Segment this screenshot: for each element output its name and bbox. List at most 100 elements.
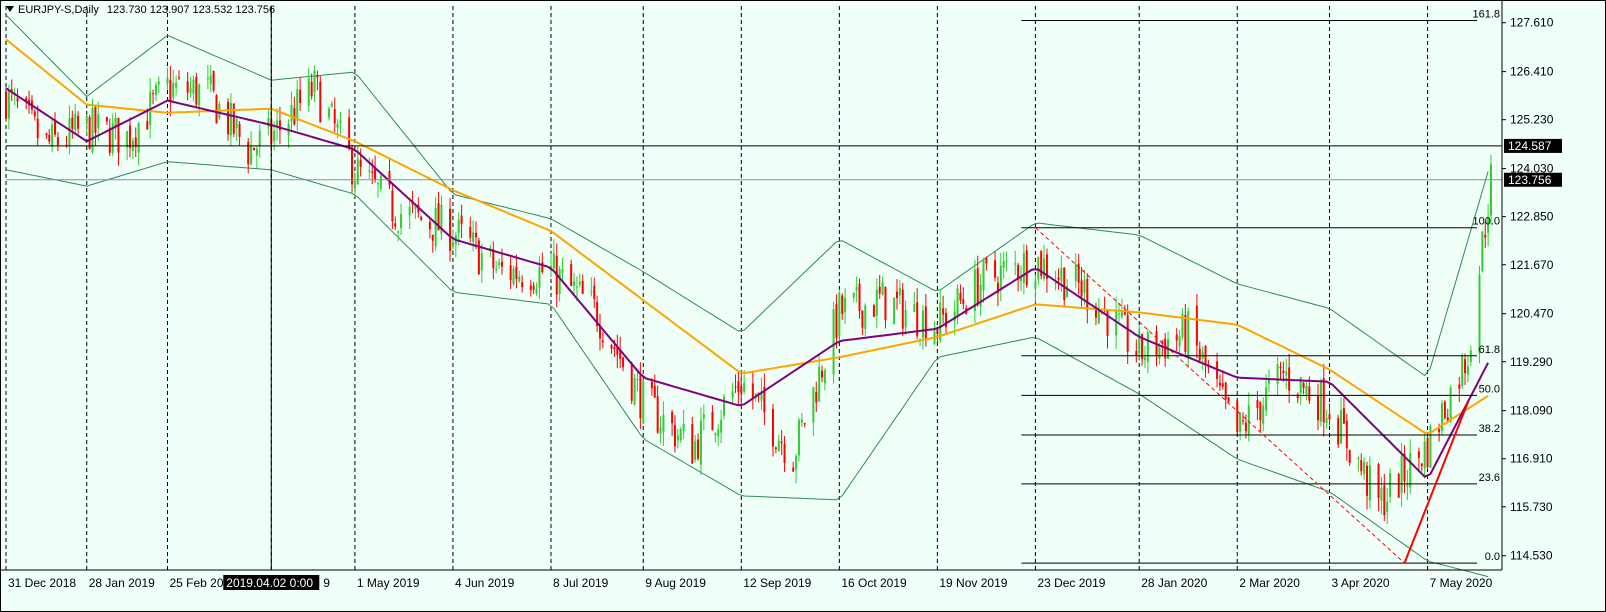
y-tick-label: 126.410 xyxy=(1510,65,1554,79)
fib-level-label: 23.6 xyxy=(1479,472,1500,484)
candle-body xyxy=(1126,314,1129,352)
candle-body xyxy=(212,71,215,91)
candle-body xyxy=(976,268,979,305)
candle-body xyxy=(884,286,887,321)
candle-body xyxy=(1328,414,1331,420)
candle-body xyxy=(1037,256,1040,280)
candle-body xyxy=(795,456,798,470)
candle-body xyxy=(137,123,140,153)
y-tick-label: 121.670 xyxy=(1510,258,1554,272)
chart-header: EURJPY-S,Daily 123.730 123.907 123.532 12… xyxy=(6,4,275,16)
candle-body xyxy=(552,253,555,269)
candle-body xyxy=(800,419,803,423)
price-chart[interactable]: 161.8 100.0 61.8 50.0 38.2 23.6 0.0 127.610 126… xyxy=(0,0,1606,612)
candle-body xyxy=(1244,422,1247,432)
candle-body xyxy=(893,297,896,324)
x-tick-label: 9 xyxy=(323,576,330,590)
candle-body xyxy=(1449,387,1452,422)
candle-body xyxy=(821,370,824,378)
candle-body xyxy=(792,467,795,472)
candle-body xyxy=(451,242,454,247)
candle-body xyxy=(77,115,80,129)
candle-body xyxy=(189,87,192,93)
candle-body xyxy=(1426,438,1429,468)
candle-body xyxy=(697,439,700,459)
candle-body xyxy=(803,423,806,425)
candle-body xyxy=(671,411,674,424)
candle-body xyxy=(1262,405,1265,424)
candle-body xyxy=(1002,261,1005,268)
candle-body xyxy=(558,269,561,295)
x-tick-label: 28 Jan 2019 xyxy=(89,576,155,590)
candle-body xyxy=(1423,441,1426,469)
candle-body xyxy=(371,171,374,173)
chart-window[interactable]: 161.8 100.0 61.8 50.0 38.2 23.6 0.0 127.610 126… xyxy=(0,0,1606,612)
candle-body xyxy=(146,121,149,130)
candle-body xyxy=(1340,410,1343,444)
candle-body xyxy=(1443,401,1446,419)
candle-body xyxy=(299,89,302,104)
candle-body xyxy=(1368,465,1371,501)
candle-body xyxy=(1348,449,1351,463)
candle-body xyxy=(475,232,478,238)
candle-body xyxy=(1265,387,1268,411)
candle-body xyxy=(679,429,682,441)
y-tick-label: 118.090 xyxy=(1510,404,1553,418)
y-tick-label: 115.730 xyxy=(1510,500,1553,514)
candle-body xyxy=(1080,280,1083,297)
dropdown-triangle-icon[interactable] xyxy=(6,6,14,12)
x-tick-label: 1 May 2019 xyxy=(357,576,420,590)
candle-body xyxy=(336,123,339,128)
candle-body xyxy=(97,114,100,128)
x-tick-label: 4 Jun 2019 xyxy=(455,576,515,590)
candle-body xyxy=(1302,382,1305,389)
fib-level-label: 38.2 xyxy=(1479,423,1500,435)
candle-body xyxy=(702,414,705,419)
candle-body xyxy=(1389,473,1392,497)
x-tick-label: 3 Apr 2020 xyxy=(1332,576,1390,590)
candle-body xyxy=(832,309,835,375)
candle-body xyxy=(751,383,754,399)
candle-body xyxy=(818,366,821,402)
candle-body xyxy=(1308,386,1311,401)
symbol-label: EURJPY-S,Daily xyxy=(18,4,99,16)
y-tick-label: 119.290 xyxy=(1510,355,1553,369)
candle-body xyxy=(691,424,694,464)
candle-body xyxy=(823,370,826,384)
candle-body xyxy=(94,106,97,133)
candle-body xyxy=(593,285,596,299)
candle-body xyxy=(1146,332,1149,362)
candle-body xyxy=(1057,277,1060,280)
candle-body xyxy=(1386,501,1389,512)
candle-body xyxy=(521,282,524,288)
candle-body xyxy=(48,134,51,142)
candle-body xyxy=(5,91,7,119)
candle-body xyxy=(942,308,945,315)
candle-body xyxy=(128,125,131,148)
candle-body xyxy=(351,147,354,185)
candle-body xyxy=(1043,258,1046,279)
candle-body xyxy=(71,117,74,129)
candle-body xyxy=(1458,384,1461,389)
y-tick-label: 127.610 xyxy=(1510,16,1554,30)
candle-body xyxy=(575,286,578,288)
candle-body xyxy=(610,344,613,349)
candle-body xyxy=(1342,407,1345,424)
candle-body xyxy=(469,226,472,238)
candle-body xyxy=(1060,268,1063,282)
candle-body xyxy=(774,447,777,450)
y-tick-label: 125.230 xyxy=(1510,113,1554,127)
candle-body xyxy=(737,381,740,392)
candle-body xyxy=(215,95,218,124)
candle-body xyxy=(16,98,19,102)
fib-level-label: 61.8 xyxy=(1479,344,1500,356)
candle-body xyxy=(178,77,181,79)
candle-body xyxy=(1461,355,1464,386)
candle-body xyxy=(561,269,564,274)
candle-body xyxy=(449,208,452,251)
candle-body xyxy=(1195,305,1198,346)
candle-body xyxy=(400,214,403,228)
candle-body xyxy=(1236,400,1239,433)
candle-body xyxy=(578,281,581,285)
candle-body xyxy=(1357,457,1360,459)
